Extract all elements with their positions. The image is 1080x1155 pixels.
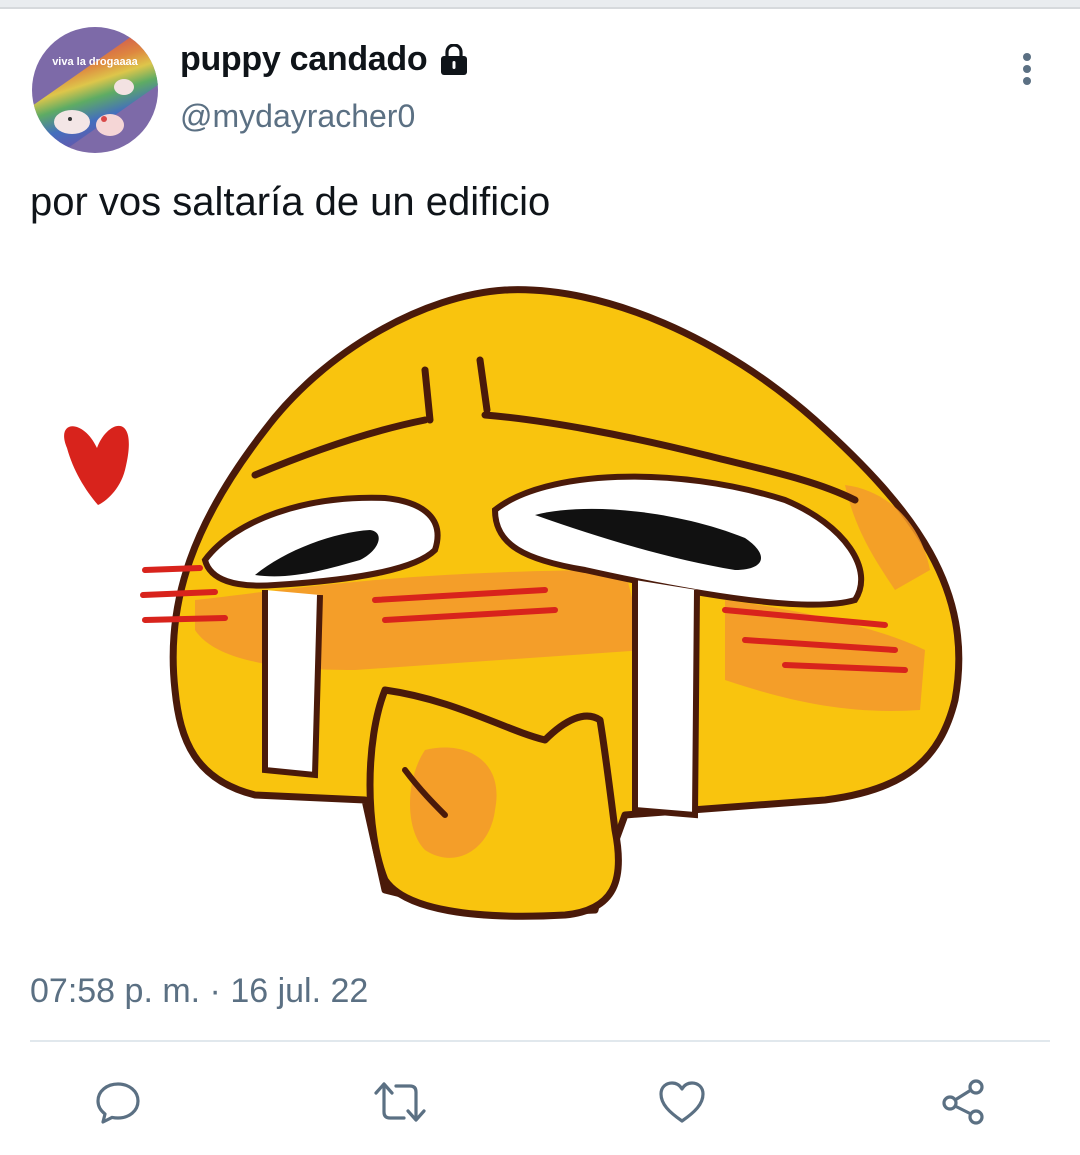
tweet-timestamp[interactable]: 07:58 p. m. · 16 jul. 22 (30, 972, 368, 1011)
retweet-button[interactable] (370, 1072, 430, 1132)
comment-icon (94, 1078, 142, 1126)
top-border (0, 0, 1080, 9)
retweet-icon (372, 1078, 428, 1126)
more-options-icon[interactable] (1010, 50, 1044, 90)
emoji-face (140, 286, 963, 920)
share-button[interactable] (933, 1072, 993, 1132)
share-icon (938, 1077, 988, 1127)
reply-button[interactable] (88, 1072, 148, 1132)
user-name-row[interactable]: puppy candado (180, 40, 471, 79)
heart-icon (657, 1079, 707, 1125)
avatar-caption: viva la drogaaaa (52, 56, 138, 68)
lock-icon (437, 43, 471, 76)
tweet-text: por vos saltaría de un edificio (30, 180, 551, 224)
divider (30, 1040, 1050, 1042)
avatar[interactable]: viva la drogaaaa (32, 27, 158, 153)
user-handle[interactable]: @mydayracher0 (180, 98, 415, 135)
display-name[interactable]: puppy candado (180, 40, 428, 79)
heart-doodle-icon (64, 425, 129, 505)
like-button[interactable] (652, 1072, 712, 1132)
tweet-image[interactable] (25, 270, 1030, 960)
